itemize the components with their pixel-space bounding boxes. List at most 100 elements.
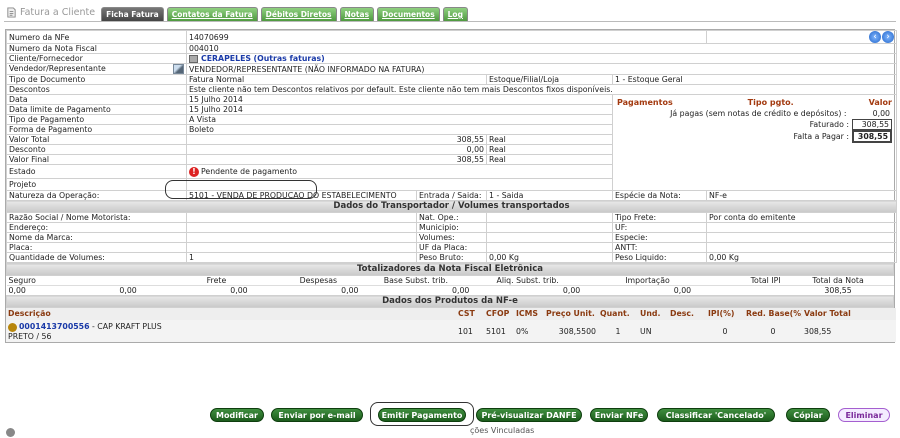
col-cfop: CFOP	[484, 308, 514, 320]
total-label: Seguro	[6, 275, 118, 286]
total-label: Frete	[117, 275, 229, 286]
label-natope: Nat. Ope.:	[416, 212, 487, 223]
product-und: UN	[638, 320, 668, 342]
document-icon	[7, 7, 16, 18]
estado-cell: ! Pendente de pagamento	[186, 164, 613, 179]
col-red-base: Red. Base(%)	[744, 308, 802, 320]
classificar-cancelado-button[interactable]: Classificar 'Cancelado'	[657, 408, 775, 422]
product-cfop: 5101	[484, 320, 514, 342]
section-totalizadores: Totalizadores da Nota Fiscal Eletrônica	[6, 263, 894, 276]
label-data: Data	[6, 94, 187, 105]
product-cst: 101	[456, 320, 484, 342]
pending-status-icon: !	[189, 166, 199, 177]
col-valor-total: Valor Total	[802, 308, 896, 320]
invoice-form: Numero da NFe 14070699 ‹ › Numero da Nota F…	[5, 29, 897, 343]
numero-nf: 004010	[186, 43, 897, 54]
peso-liquido: 0,00 Kg	[706, 252, 897, 263]
total-label: Base Subst. trib.	[339, 275, 450, 286]
estado: Pendente de pagamento	[201, 166, 298, 176]
col-icms: ICMS	[514, 308, 544, 320]
valor-final-currency: Real	[486, 154, 613, 165]
label-especie-transp: Especie:	[612, 232, 707, 243]
label-entrada: Entrada / Saida:	[416, 190, 487, 201]
tab-notas[interactable]: Notas	[339, 7, 375, 21]
valor-total-currency: Real	[486, 134, 613, 145]
tab-documentos[interactable]: Documentos	[377, 7, 440, 21]
footer-text: ções Vinculadas	[470, 426, 535, 435]
total-value: 0,00	[339, 285, 450, 296]
pre-visualizar-danfe-button[interactable]: Pré-visualizar DANFE	[476, 408, 582, 422]
label-ufplaca: UF da Placa:	[416, 242, 487, 253]
label-estado: Estado	[6, 164, 187, 179]
data-limite: 15 Julho 2014	[186, 104, 613, 115]
modificar-button[interactable]: Modificar	[210, 408, 264, 422]
label-valor-final: Valor Final	[6, 154, 187, 165]
qtd-volumes: 1	[186, 252, 417, 263]
faturado-label: Faturado :	[809, 120, 849, 129]
tab-ficha-fatura[interactable]: Ficha Fatura	[101, 7, 164, 21]
label-municipio: Municipio:	[416, 222, 487, 233]
cliente-link[interactable]: CERAPELES	[201, 55, 251, 63]
enviar-email-button[interactable]: Enviar por e-mail	[271, 408, 363, 422]
label-marca: Nome da Marca:	[6, 232, 187, 243]
product-desc	[668, 320, 706, 342]
tab-debitos[interactable]: Débitos Diretos	[260, 7, 337, 21]
label-antt: ANTT:	[612, 242, 707, 253]
breadcrumb-title: Fatura a Cliente	[20, 7, 96, 18]
col-preco: Preço Unit.	[544, 308, 598, 320]
product-ipi: 0	[706, 320, 744, 342]
pgto-h3: Valor	[868, 98, 892, 107]
pgto-h1: Pagamentos	[617, 98, 673, 107]
numero-nfe: 14070699	[186, 30, 707, 44]
tab-contatos[interactable]: Contatos da Fatura	[166, 7, 258, 21]
label-razao: Razão Social / Nome Motorista:	[6, 212, 187, 223]
falta-label: Falta a Pagar :	[793, 132, 849, 141]
label-numero-nfe: Numero da NFe	[6, 30, 187, 44]
peso-bruto: 0,00 Kg	[486, 252, 613, 263]
label-vendedor-cell: Vendedor/Representante	[6, 63, 187, 75]
enviar-nfe-button[interactable]: Enviar NFe	[590, 408, 648, 422]
label-numero-nf: Numero da Nota Fiscal	[6, 43, 187, 54]
col-cst: CST	[456, 308, 484, 320]
eliminar-button[interactable]: Eliminar	[838, 408, 890, 422]
products-header-row: Descrição CST CFOP ICMS Preço Unit. Quant. Und…	[6, 308, 896, 320]
label-valor-total: Valor Total	[6, 134, 187, 145]
edit-vendedor-icon[interactable]	[173, 64, 184, 74]
label-cliente: Cliente/Fornecedor	[6, 53, 187, 64]
ja-pagas-value: 0,00	[872, 109, 890, 118]
especie: NF-e	[706, 190, 897, 201]
label-natureza: Natureza da Operação:	[6, 190, 187, 201]
footer: ções Vinculadas	[0, 426, 900, 438]
label-volumes: Volumes:	[416, 232, 487, 243]
descontos: Este cliente não tem Descontos relativos…	[186, 84, 897, 95]
label-vendedor: Vendedor/Representante	[9, 64, 106, 74]
next-arrow-icon[interactable]: ›	[882, 31, 894, 43]
total-value: 0,00	[6, 285, 118, 296]
top-bar: Fatura a Cliente Ficha Fatura Contatos d…	[4, 4, 896, 22]
payments-panel: Pagamentos Tipo pgto. Valor Já pagas (sem …	[612, 94, 897, 191]
section-transportador: Dados do Transportador / Volumes transpo…	[6, 200, 897, 213]
outras-faturas-link[interactable]: (Outras faturas)	[254, 55, 325, 63]
label-tipo-doc: Tipo de Documento	[6, 74, 187, 85]
desconto-currency: Real	[486, 144, 613, 155]
ja-pagas-label: Já pagas (sem notas de crédito e depósit…	[670, 109, 847, 118]
product-code-link[interactable]: 0001413700556	[19, 322, 90, 331]
product-icon	[8, 322, 17, 332]
desconto: 0,00	[186, 144, 487, 155]
label-uf: UF:	[612, 222, 707, 233]
tab-log[interactable]: Log	[442, 7, 468, 21]
col-desc: Desc.	[668, 308, 706, 320]
falta-value: 308,55	[852, 130, 892, 143]
estoque: 1 - Estoque Geral	[612, 74, 897, 85]
total-value: 0,00	[671, 285, 783, 296]
label-data-limite: Data limite de Pagamento	[6, 104, 187, 115]
product-desc-cell: 0001413700556 - CAP KRAFT PLUS PRETO / 56	[6, 320, 456, 342]
product-icms: 0%	[514, 320, 544, 342]
copiar-button[interactable]: Cópiar	[786, 408, 830, 422]
nav-cell: ‹ ›	[706, 30, 897, 44]
col-descricao: Descrição	[6, 308, 456, 320]
label-especie: Espécie da Nota:	[612, 190, 707, 201]
total-value: 0,00	[450, 285, 561, 296]
invoice-main-table: Numero da NFe 14070699 ‹ › Numero da Nota F…	[6, 30, 897, 263]
prev-arrow-icon[interactable]: ‹	[869, 31, 881, 43]
